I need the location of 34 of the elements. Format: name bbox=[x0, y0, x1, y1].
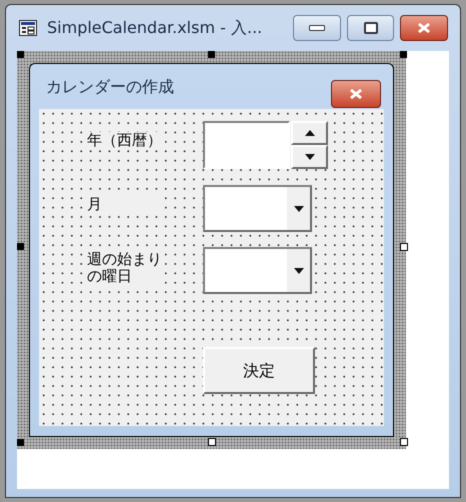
combo-box[interactable] bbox=[203, 247, 312, 294]
resize-handle[interactable] bbox=[400, 438, 408, 446]
resize-handle[interactable] bbox=[208, 51, 215, 58]
form-title: カレンダーの作成 bbox=[46, 76, 174, 98]
resize-handle[interactable] bbox=[400, 243, 408, 251]
combo-box[interactable] bbox=[203, 185, 312, 232]
resize-handle[interactable] bbox=[208, 438, 216, 446]
down-arrow-icon bbox=[304, 154, 314, 160]
resize-handle[interactable] bbox=[400, 51, 407, 58]
minimize-button[interactable] bbox=[293, 15, 341, 41]
resize-handle[interactable] bbox=[17, 51, 24, 58]
resize-handle[interactable] bbox=[17, 243, 24, 250]
down-arrow-icon bbox=[294, 206, 304, 212]
dropdown-button[interactable] bbox=[286, 187, 310, 230]
form-icon bbox=[19, 20, 37, 36]
spin-down-button[interactable] bbox=[291, 145, 328, 169]
close-icon bbox=[348, 88, 364, 100]
field-label: 月 bbox=[87, 196, 165, 214]
close-button[interactable] bbox=[400, 15, 448, 41]
submit-button[interactable]: 決定 bbox=[203, 347, 315, 394]
resize-handle[interactable] bbox=[17, 439, 24, 446]
window-title: SimpleCalendar.xlsm - 入... bbox=[47, 17, 262, 39]
up-arrow-icon bbox=[304, 130, 314, 136]
dropdown-button[interactable] bbox=[286, 249, 310, 292]
field-label: 年（西暦） bbox=[87, 132, 165, 150]
close-button[interactable] bbox=[331, 80, 381, 108]
maximize-button[interactable] bbox=[347, 15, 394, 41]
field-label: 週の始まりの曜日 bbox=[87, 251, 165, 286]
minimize-icon bbox=[309, 25, 325, 31]
down-arrow-icon bbox=[294, 268, 304, 274]
close-icon bbox=[416, 22, 432, 34]
year-input-field[interactable] bbox=[203, 121, 290, 169]
maximize-icon bbox=[364, 22, 378, 34]
spin-up-button[interactable] bbox=[291, 121, 328, 145]
